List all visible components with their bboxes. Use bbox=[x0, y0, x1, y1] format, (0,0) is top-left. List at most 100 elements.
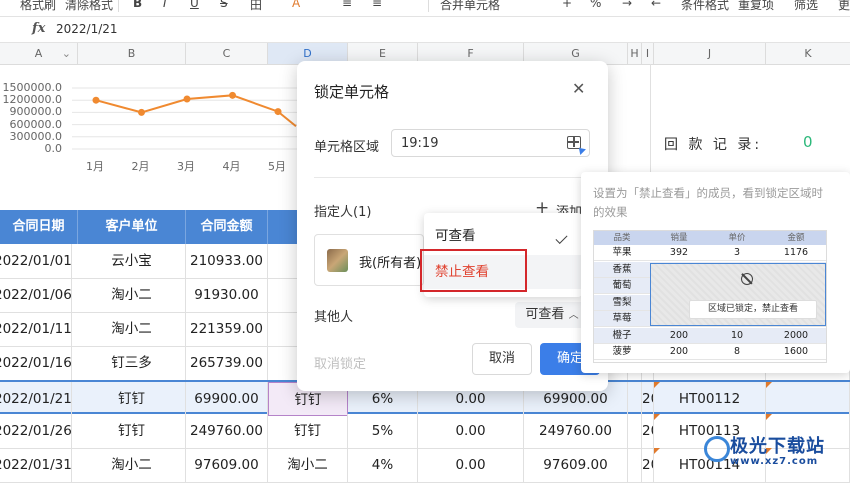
no-view-preview-tooltip: 设置为「禁止查看」的成员，看到锁定区域时的效果 品类 销量 单价 金额 苹果 39… bbox=[581, 172, 850, 373]
cell-date[interactable]: 2022/01/31 bbox=[0, 448, 72, 482]
preview-header: 单价 bbox=[728, 233, 746, 243]
range-input[interactable]: 19:19 bbox=[391, 129, 590, 157]
cell-date[interactable]: 2022/01/01 bbox=[0, 244, 72, 278]
cell-date[interactable]: 2022/01/21 bbox=[0, 382, 72, 416]
font-color-button[interactable]: A bbox=[292, 0, 300, 10]
column-header-k[interactable]: K bbox=[766, 43, 850, 64]
border-button[interactable]: 田 bbox=[250, 0, 262, 13]
data-point bbox=[138, 108, 145, 116]
dialog-title: 锁定单元格 bbox=[314, 83, 390, 101]
insert-button[interactable]: + bbox=[562, 0, 572, 10]
cell-h[interactable] bbox=[628, 382, 642, 416]
column-header-b[interactable]: B bbox=[78, 43, 186, 64]
cell-i[interactable]: 2022/02/03 bbox=[642, 382, 654, 416]
cell-date[interactable]: 2022/01/26 bbox=[0, 414, 72, 448]
cell-contract-id[interactable] bbox=[766, 382, 850, 416]
cell-amount[interactable]: 69900.00 bbox=[186, 382, 268, 416]
cell-amount[interactable]: 97609.00 bbox=[186, 448, 268, 482]
strikethrough-button[interactable]: S bbox=[220, 0, 228, 10]
header-contract-date[interactable]: 合同日期 bbox=[0, 210, 78, 244]
option-can-view[interactable]: 可查看 bbox=[424, 219, 582, 253]
cell-customer[interactable]: 钉钉 bbox=[78, 382, 186, 416]
assignee-item: 我(所有者) bbox=[314, 234, 424, 286]
format-painter-button[interactable]: 格式刷 bbox=[20, 0, 56, 13]
cell-h[interactable] bbox=[628, 448, 642, 482]
cell-customer[interactable]: 钉三多 bbox=[78, 346, 186, 380]
close-icon[interactable]: ✕ bbox=[572, 79, 585, 98]
cell-date[interactable]: 2022/01/16 bbox=[0, 346, 72, 380]
cell-net[interactable]: 249760.00 bbox=[524, 414, 628, 448]
cell-amount[interactable]: 91930.00 bbox=[186, 278, 268, 312]
cell-customer[interactable]: 云小宝 bbox=[78, 244, 186, 278]
cell-h[interactable] bbox=[628, 414, 642, 448]
duplicates-button[interactable]: 重复项 bbox=[738, 0, 774, 13]
header-customer[interactable]: 客户单位 bbox=[78, 210, 186, 244]
preview-cell: 3 bbox=[733, 247, 741, 258]
cell-i[interactable]: 2022/02/13 bbox=[642, 414, 654, 448]
column-header-j[interactable]: J bbox=[654, 43, 766, 64]
bold-button[interactable]: B bbox=[133, 0, 142, 10]
range-label: 单元格区域 bbox=[314, 140, 380, 155]
align-center-button[interactable]: ≡ bbox=[372, 0, 382, 10]
watermark-name: 极光下载站 bbox=[730, 436, 825, 457]
preview-cell: 1600 bbox=[783, 346, 809, 357]
check-icon bbox=[555, 231, 568, 245]
percent-button[interactable]: % bbox=[590, 0, 601, 10]
record-value: 0 bbox=[803, 133, 813, 151]
comment-flag-icon bbox=[766, 382, 772, 388]
cell-fee[interactable]: 0.00 bbox=[418, 414, 524, 448]
cell-amount[interactable]: 249760.00 bbox=[186, 414, 268, 448]
cell-fee[interactable]: 0.00 bbox=[418, 448, 524, 482]
data-point bbox=[92, 96, 100, 104]
chart-plot bbox=[72, 87, 300, 150]
cancel-lock-button[interactable]: 取消锁定 bbox=[314, 353, 366, 372]
cell-date[interactable]: 2022/01/11 bbox=[0, 312, 72, 346]
cell-customer[interactable]: 淘小二 bbox=[78, 448, 186, 482]
outdent-button[interactable]: ← bbox=[651, 0, 661, 10]
cell-rate[interactable]: 5% bbox=[348, 414, 418, 448]
cell-amount[interactable]: 265739.00 bbox=[186, 346, 268, 380]
chevron-down-icon[interactable]: ⌄ bbox=[62, 43, 71, 64]
cell-date[interactable]: 2022/01/06 bbox=[0, 278, 72, 312]
column-header-a[interactable]: A ⌄ bbox=[0, 43, 78, 64]
cell-customer[interactable]: 钉钉 bbox=[78, 414, 186, 448]
merge-cells-button[interactable]: 合并单元格 bbox=[440, 0, 500, 13]
cell-business[interactable]: 钉钉 bbox=[268, 414, 348, 448]
filter-button[interactable]: 筛选 bbox=[794, 0, 818, 13]
divider bbox=[314, 177, 588, 178]
clear-format-button[interactable]: 清除格式 bbox=[65, 0, 113, 13]
preview-header: 销量 bbox=[670, 233, 688, 243]
x-tick-label: 4月 bbox=[222, 160, 241, 173]
cell-paydate[interactable]: HT00112 bbox=[654, 382, 766, 416]
cell-business[interactable]: 淘小二 bbox=[268, 448, 348, 482]
preview-table: 品类 销量 单价 金额 苹果 392 3 1176 香蕉 葡萄 雪梨 草莓 橙子 200 10 200… bbox=[593, 230, 827, 363]
align-left-button[interactable]: ≡ bbox=[342, 0, 352, 10]
toolbar: 格式刷 清除格式 B I U S 田 A ≡ ≡ 合并单元格 + % → ← 条… bbox=[0, 0, 850, 17]
indent-button[interactable]: → bbox=[622, 0, 632, 10]
column-header-i[interactable]: I bbox=[642, 43, 654, 64]
cell-i[interactable]: 2022/02/27 bbox=[642, 448, 654, 482]
preview-cell: 苹果 bbox=[612, 247, 632, 258]
underline-button[interactable]: U bbox=[190, 0, 199, 10]
cell-net[interactable]: 97609.00 bbox=[524, 448, 628, 482]
italic-button[interactable]: I bbox=[163, 0, 167, 10]
cell-amount[interactable]: 221359.00 bbox=[186, 312, 268, 346]
preview-row: 菠萝 200 8 1600 bbox=[594, 344, 826, 360]
cell-rate[interactable]: 4% bbox=[348, 448, 418, 482]
cell-amount[interactable]: 210933.00 bbox=[186, 244, 268, 278]
cancel-button[interactable]: 取消 bbox=[472, 343, 532, 375]
preview-cell: 草莓 bbox=[612, 313, 632, 324]
others-permission-select[interactable]: 可查看 ︿ bbox=[515, 302, 589, 328]
formula-input[interactable]: 2022/1/21 bbox=[56, 22, 118, 36]
comment-flag-icon bbox=[654, 448, 660, 454]
column-header-c[interactable]: C bbox=[186, 43, 268, 64]
more-button[interactable]: 更 bbox=[838, 0, 850, 13]
x-tick-label: 2月 bbox=[131, 160, 150, 173]
header-amount[interactable]: 合同金额 bbox=[186, 210, 268, 244]
watermark: 极光下载站 www.xz7.com bbox=[700, 432, 850, 477]
conditional-format-button[interactable]: 条件格式 bbox=[681, 0, 729, 13]
cell-customer[interactable]: 淘小二 bbox=[78, 312, 186, 346]
cell-customer[interactable]: 淘小二 bbox=[78, 278, 186, 312]
column-header-h[interactable]: H bbox=[628, 43, 642, 64]
select-range-icon[interactable] bbox=[567, 136, 586, 155]
